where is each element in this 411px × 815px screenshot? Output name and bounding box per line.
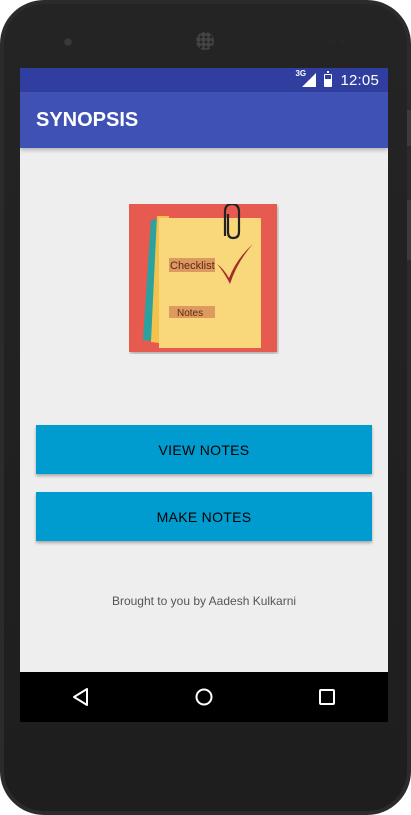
- volume-up-button[interactable]: [407, 110, 411, 146]
- battery-icon: [324, 71, 333, 87]
- make-notes-button[interactable]: MAKE NOTES: [36, 492, 372, 541]
- navigation-bar: [20, 672, 388, 722]
- back-button[interactable]: [61, 677, 101, 717]
- back-icon: [73, 688, 89, 706]
- earpiece-speaker: [196, 32, 214, 50]
- app-logo: Checklist Notes: [129, 204, 277, 352]
- app-screen: 3G 12:05 SYNOPSIS Checklist Notes VIEW N…: [20, 68, 388, 722]
- status-bar: 3G 12:05: [20, 68, 388, 92]
- power-button[interactable]: [407, 200, 411, 260]
- logo-notes-text: Notes: [177, 308, 203, 319]
- recents-icon: [318, 689, 335, 705]
- status-time: 12:05: [340, 71, 379, 89]
- credit-text: Brought to you by Aadesh Kulkarni: [111, 594, 297, 608]
- app-title: SYNOPSIS: [36, 108, 139, 131]
- home-icon: [195, 688, 213, 706]
- sensors: [330, 39, 348, 45]
- logo-note-paper: [159, 218, 261, 348]
- front-camera: [63, 37, 73, 47]
- recents-button[interactable]: [307, 677, 347, 717]
- signal-icon: 3G: [295, 69, 317, 87]
- view-notes-button[interactable]: VIEW NOTES: [36, 425, 372, 474]
- app-bar: SYNOPSIS: [20, 92, 388, 148]
- phone-frame: 3G 12:05 SYNOPSIS Checklist Notes VIEW N…: [0, 0, 411, 815]
- logo-checklist-text: Checklist: [170, 260, 215, 272]
- home-button[interactable]: [184, 677, 224, 717]
